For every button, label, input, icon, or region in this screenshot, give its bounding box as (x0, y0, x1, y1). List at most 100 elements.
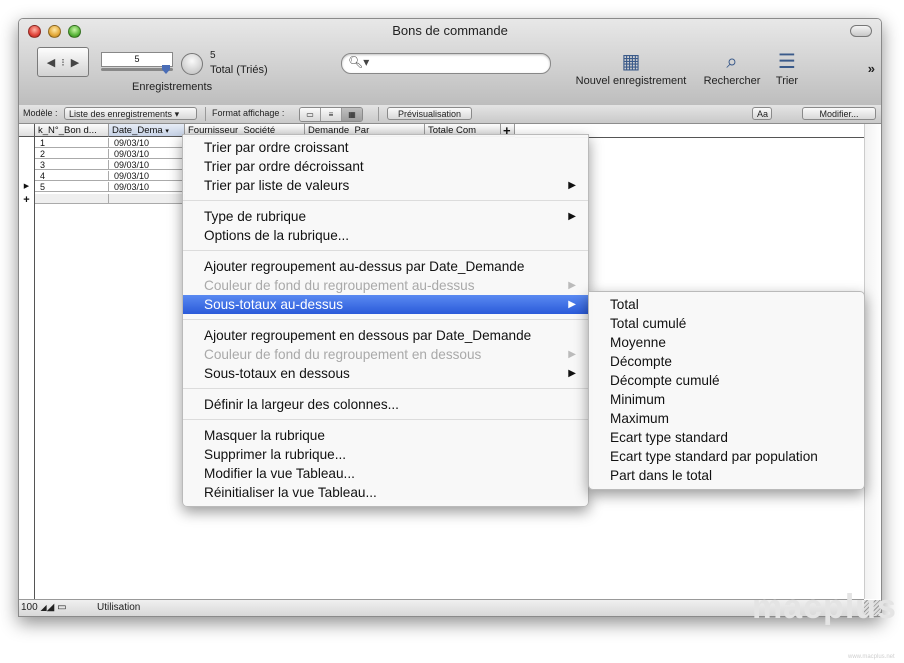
menu-item-subtotals-above[interactable]: Sous-totaux au-dessus ▶ (183, 295, 588, 314)
menu-separator (183, 419, 588, 420)
submenu-item-running-count[interactable]: Décompte cumulé (589, 371, 864, 390)
menu-item-field-type[interactable]: Type de rubrique ▶ (183, 207, 588, 226)
row-marker[interactable] (19, 138, 35, 148)
menu-item-label: Sous-totaux au-dessus (204, 297, 344, 312)
menu-item-field-options[interactable]: Options de la rubrique... (183, 226, 588, 245)
table-cell[interactable]: 5 (35, 182, 109, 192)
magnifier-icon: ⌕ (726, 51, 738, 73)
status-toolbar-toggle-icon[interactable]: ▭ (57, 602, 66, 613)
new-record-button[interactable]: ▦ Nouvel enregistrement (568, 49, 694, 87)
display-format-label: Format affichage : (212, 108, 285, 118)
sort-button[interactable]: ☰ Trier (771, 49, 803, 87)
list-view-icon[interactable]: ≡ (321, 108, 342, 121)
menu-item-edit-table-view[interactable]: Modifier la vue Tableau... (183, 464, 588, 483)
current-record-field[interactable]: 5 (101, 52, 173, 67)
submenu-item-std-dev[interactable]: Ecart type standard (589, 428, 864, 447)
table-cell[interactable]: 4 (35, 171, 109, 181)
menu-item-label: Trier par ordre croissant (204, 140, 349, 155)
column-header[interactable]: k_N°_Bon d... (35, 124, 109, 137)
submenu-item-fraction-of-total[interactable]: Part dans le total (589, 466, 864, 485)
menu-item-add-group-below[interactable]: Ajouter regroupement en dessous par Date… (183, 326, 588, 345)
menu-item-group-color-above: Couleur de fond du regroupement au-dessu… (183, 276, 588, 295)
toolbar-overflow-button[interactable]: » (868, 61, 875, 76)
table-cell[interactable]: 3 (35, 160, 109, 170)
display-format-segmented[interactable]: ▭ ≡ ▦ (299, 107, 363, 122)
menu-item-label: Définir la largeur des colonnes... (204, 397, 399, 412)
menu-item-column-width[interactable]: Définir la largeur des colonnes... (183, 395, 588, 414)
table-cell[interactable]: 09/03/10 (109, 138, 185, 148)
menu-item-label: Trier par liste de valeurs (204, 178, 350, 193)
find-button[interactable]: ⌕ Rechercher (699, 49, 765, 87)
mode-label: Utilisation (97, 602, 141, 613)
edit-layout-button[interactable]: Modifier... (802, 107, 876, 120)
menu-item-sort-by-value-list[interactable]: Trier par liste de valeurs ▶ (183, 176, 588, 195)
table-cell[interactable]: 09/03/10 (109, 160, 185, 170)
current-row-marker[interactable]: ▶ (19, 182, 35, 192)
column-header-label: Date_Dema (112, 125, 163, 136)
menu-item-label: Options de la rubrique... (204, 228, 350, 243)
context-menu: Trier par ordre croissant Trier par ordr… (182, 134, 589, 507)
zoom-level[interactable]: 100 ◢◢ ▭ (21, 602, 67, 613)
table-cell[interactable]: 1 (35, 138, 109, 148)
row-marker[interactable] (19, 149, 35, 159)
form-view-icon[interactable]: ▭ (300, 108, 321, 121)
row-marker[interactable] (19, 171, 35, 181)
menu-item-reset-table-view[interactable]: Réinitialiser la vue Tableau... (183, 483, 588, 502)
submenu-item-average[interactable]: Moyenne (589, 333, 864, 352)
table-cell-new[interactable] (109, 194, 185, 204)
new-row-button[interactable]: + (19, 194, 35, 206)
menu-item-label: Modifier la vue Tableau... (204, 466, 355, 481)
sort-icon: ☰ (778, 51, 796, 73)
submenu-item-running-total[interactable]: Total cumulé (589, 314, 864, 333)
previous-record-icon[interactable]: ◀ (47, 56, 55, 69)
menu-item-label: Réinitialiser la vue Tableau... (204, 485, 377, 500)
search-icon[interactable]: 🔍︎▾ (348, 55, 369, 69)
submenu-item-count[interactable]: Décompte (589, 352, 864, 371)
menu-separator (183, 250, 588, 251)
find-label: Rechercher (703, 75, 761, 87)
quick-find-input[interactable]: 🔍︎▾ (341, 53, 551, 74)
menu-item-label: Couleur de fond du regroupement en desso… (204, 347, 482, 362)
table-cell[interactable]: 09/03/10 (109, 149, 185, 159)
zoom-in-icon[interactable]: ◢ (47, 602, 55, 613)
title-and-toolbar: Bons de commande ◀ ⁝ ▶ 5 5 Total (Triés)… (19, 19, 881, 106)
submenu-item-total[interactable]: Total (589, 295, 864, 314)
next-record-icon[interactable]: ▶ (71, 56, 79, 69)
record-slider-knob[interactable] (162, 65, 170, 74)
submenu-arrow-icon: ▶ (568, 280, 576, 291)
menu-item-add-group-above[interactable]: Ajouter regroupement au-dessus par Date_… (183, 257, 588, 276)
table-cell[interactable]: 09/03/10 (109, 171, 185, 181)
submenu-item-std-dev-population[interactable]: Ecart type standard par population (589, 447, 864, 466)
vertical-scrollbar[interactable] (864, 124, 881, 599)
menu-separator (183, 319, 588, 320)
chevron-down-icon[interactable]: ▾ (165, 128, 169, 135)
record-book-navigator[interactable]: ◀ ⁝ ▶ (37, 47, 89, 77)
toolbar-toggle-button[interactable] (850, 25, 872, 37)
submenu-item-maximum[interactable]: Maximum (589, 409, 864, 428)
submenu-arrow-icon: ▶ (568, 299, 576, 310)
submenu-arrow-icon: ▶ (568, 211, 576, 222)
table-cell[interactable]: 2 (35, 149, 109, 159)
preview-button[interactable]: Prévisualisation (387, 107, 472, 120)
menu-item-delete-field[interactable]: Supprimer la rubrique... (183, 445, 588, 464)
new-record-label: Nouvel enregistrement (575, 75, 687, 87)
column-header-selected[interactable]: Date_Dema ▾ (109, 124, 185, 137)
menu-item-label: Ajouter regroupement en dessous par Date… (204, 328, 532, 343)
table-cell-new[interactable] (35, 194, 109, 204)
model-popup[interactable]: Liste des enregistrements ▾ (64, 107, 197, 120)
row-marker[interactable] (19, 160, 35, 170)
submenu-item-minimum[interactable]: Minimum (589, 390, 864, 409)
table-cell[interactable]: 09/03/10 (109, 182, 185, 192)
table-view-icon[interactable]: ▦ (342, 108, 362, 121)
menu-item-hide-field[interactable]: Masquer la rubrique (183, 426, 588, 445)
menu-item-label: Ajouter regroupement au-dessus par Date_… (204, 259, 525, 274)
watermark-logo: macplus (752, 588, 897, 626)
menu-item-subtotals-below[interactable]: Sous-totaux en dessous ▶ (183, 364, 588, 383)
menu-item-group-color-below: Couleur de fond du regroupement en desso… (183, 345, 588, 364)
font-button[interactable]: Aa (752, 107, 772, 120)
record-count: 5 (210, 50, 216, 61)
watermark-url: www.macplus.net (848, 654, 895, 660)
menu-item-sort-ascending[interactable]: Trier par ordre croissant (183, 138, 588, 157)
record-status: Total (Triés) (210, 64, 268, 76)
menu-item-sort-descending[interactable]: Trier par ordre décroissant (183, 157, 588, 176)
